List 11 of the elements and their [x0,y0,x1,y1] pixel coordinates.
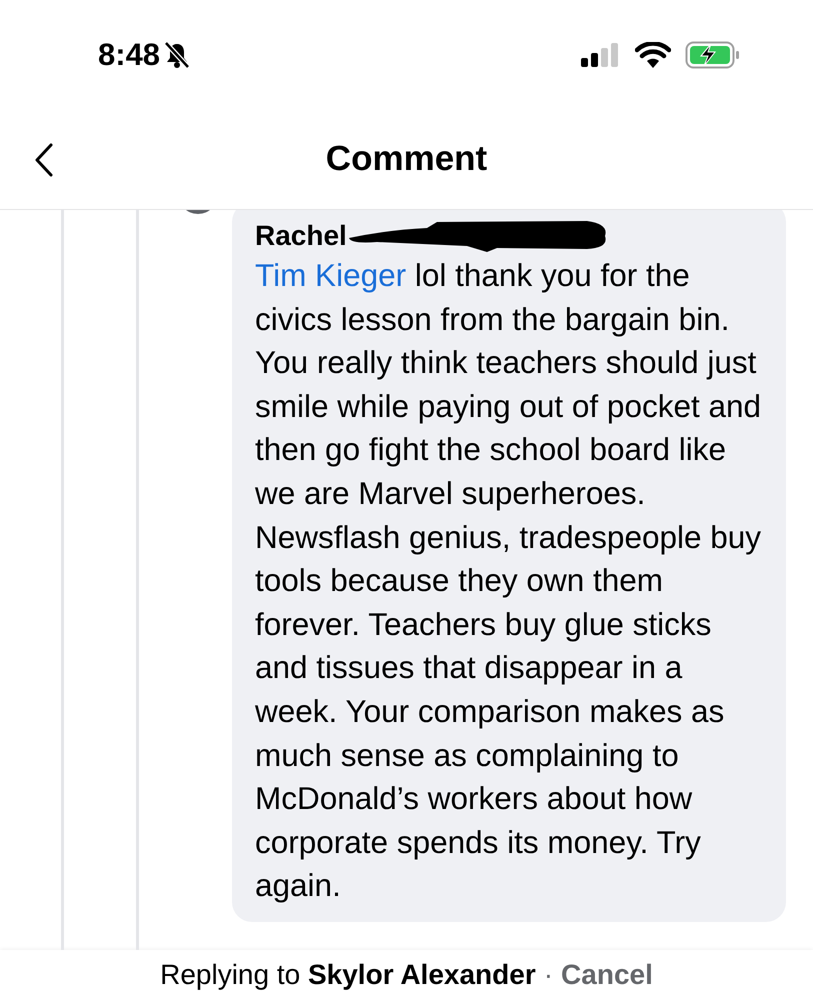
mention-link[interactable]: Tim Kieger [255,257,406,293]
separator-dot: · [544,958,554,992]
wifi-icon [635,42,671,68]
comment-author: Rachel [255,219,347,253]
status-time: 8:48 [98,36,160,74]
page-title: Comment [326,138,488,180]
comment-text: Tim Kieger lol thank you for the civics lesson from the bargain bin. You really think teachers should just smile while paying out of pocket and then go fight the school board like we are Marvel superheroes. Newsflash genius, tradespeople buy tools because they own them forever. Teachers buy glue sticks and tissues that disappear in a week. Your comparison makes as much sense as complaining to McDonald’s workers about how corporate spends its money. Try again. [255,256,762,906]
replying-to-label: Replying to Skylor Alexander [160,958,536,992]
cancel-button[interactable]: Cancel [561,954,653,996]
signal-icon [581,43,621,67]
back-icon[interactable] [34,143,54,177]
